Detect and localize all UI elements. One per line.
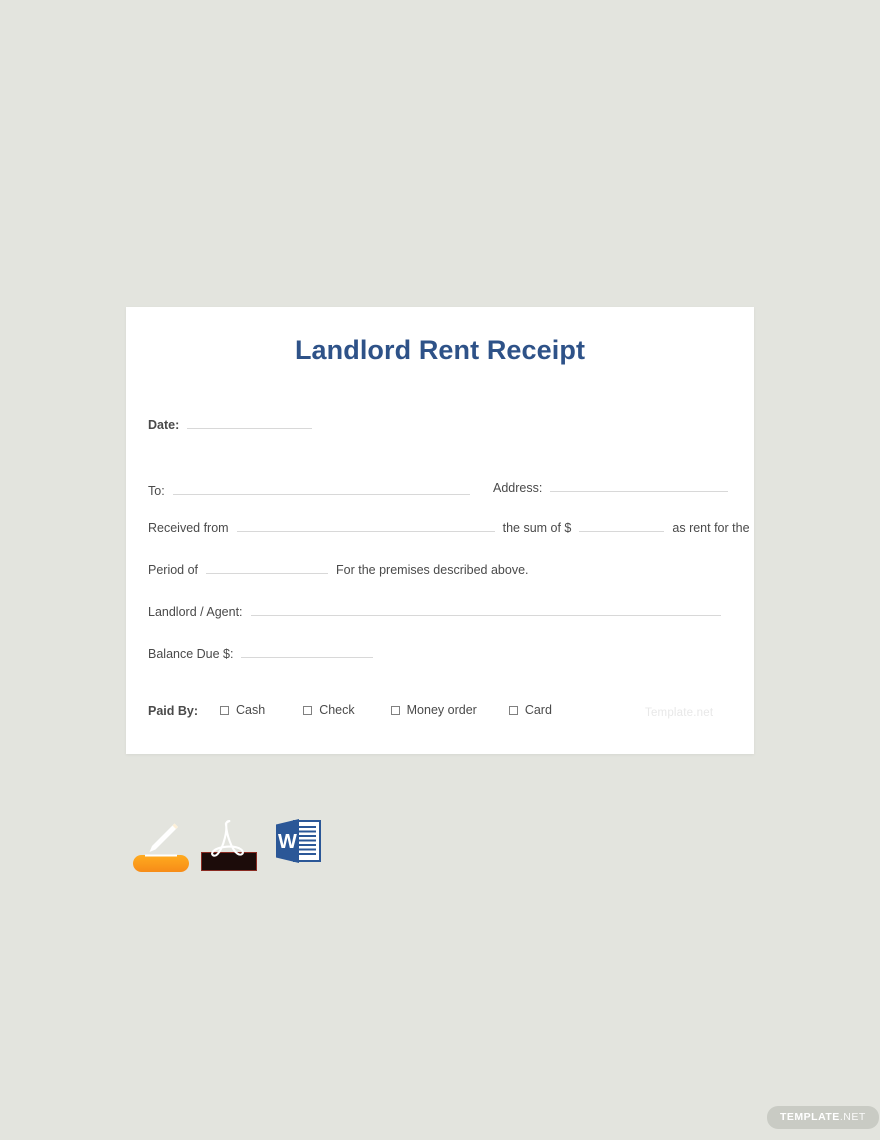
field-row-address: Address: — [493, 479, 729, 495]
svg-text:W: W — [278, 831, 297, 853]
field-row-received-from: Received from the sum of $ as rent for t… — [148, 519, 750, 535]
pdf-icon[interactable] — [201, 812, 257, 871]
checkbox-label: Check — [319, 703, 355, 717]
page-title: Landlord Rent Receipt — [294, 335, 586, 365]
checkbox-label: Cash — [236, 703, 266, 717]
badge-secondary-text: .NET — [839, 1111, 866, 1123]
pages-icon[interactable] — [133, 812, 189, 872]
checkbox-label: Money order — [406, 703, 477, 717]
as-rent-for-the-label: as rent for the — [672, 521, 750, 535]
word-icon-glyph: W — [269, 819, 327, 874]
word-icon[interactable]: W — [269, 812, 325, 868]
badge-primary-text: TEMPLATE — [780, 1111, 840, 1123]
checkbox-icon[interactable] — [220, 705, 230, 715]
premises-text: For the premises described above. — [336, 563, 529, 577]
paid-by-label: Paid By: — [148, 703, 199, 718]
checkbox-icon[interactable] — [508, 705, 518, 715]
to-input-blank[interactable] — [172, 482, 470, 495]
checkbox-check[interactable]: Check — [303, 703, 355, 717]
to-label: To: — [148, 484, 165, 498]
field-row-to: To: — [148, 482, 470, 498]
received-from-input-blank[interactable] — [236, 519, 495, 532]
checkbox-card[interactable]: Card — [508, 703, 552, 717]
period-input-blank[interactable] — [206, 561, 329, 574]
file-format-icons: W — [133, 812, 325, 872]
checkbox-icon[interactable] — [303, 705, 313, 715]
checkbox-label: Card — [524, 703, 552, 717]
landlord-agent-label: Landlord / Agent: — [148, 605, 243, 619]
paid-by-options: Cash Check Money order Card — [220, 703, 552, 717]
field-row-date: Date: — [148, 416, 313, 432]
checkbox-cash[interactable]: Cash — [220, 703, 265, 717]
landlord-agent-input-blank[interactable] — [250, 603, 721, 616]
field-row-landlord-agent: Landlord / Agent: — [148, 603, 721, 619]
page-background: Landlord Rent Receipt Date: To: Address:… — [0, 0, 880, 1140]
field-row-period: Period of For the premises described abo… — [148, 561, 529, 577]
balance-due-input-blank[interactable] — [241, 645, 374, 658]
date-label: Date: — [148, 418, 180, 432]
pages-icon-svg — [145, 823, 178, 857]
template-net-badge[interactable]: TEMPLATE .NET — [767, 1106, 879, 1129]
receipt-document: Landlord Rent Receipt Date: To: Address:… — [126, 307, 754, 754]
pdf-icon-glyph — [201, 819, 257, 871]
checkbox-icon[interactable] — [390, 705, 400, 715]
address-input-blank[interactable] — [550, 479, 729, 492]
received-from-label: Received from — [148, 521, 229, 535]
address-label: Address: — [493, 481, 543, 495]
document-watermark: Template.net — [645, 707, 714, 719]
sum-input-blank[interactable] — [579, 519, 665, 532]
date-input-blank[interactable] — [187, 416, 313, 429]
balance-due-label: Balance Due $: — [148, 647, 234, 661]
sum-of-label: the sum of $ — [502, 521, 572, 535]
checkbox-money-order[interactable]: Money order — [390, 703, 477, 717]
field-row-balance-due: Balance Due $: — [148, 645, 374, 661]
paid-by-row: Paid By: Cash Check Money order Card — [148, 703, 552, 718]
pages-icon-glyph — [133, 823, 189, 872]
word-icon-svg: W — [276, 819, 321, 863]
pdf-icon-svg — [211, 819, 244, 857]
period-of-label: Period of — [148, 563, 199, 577]
